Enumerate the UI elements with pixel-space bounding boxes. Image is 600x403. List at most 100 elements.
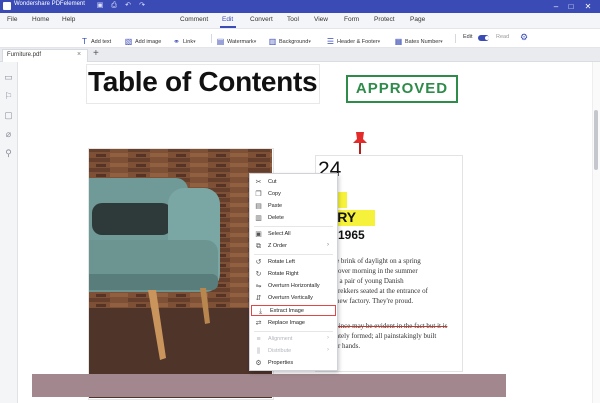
- paragraph-line: ately formed; all painstakingly built: [336, 332, 437, 340]
- background-button[interactable]: ▥ Background▾: [268, 33, 311, 46]
- select-all-icon: ▣: [255, 231, 262, 238]
- link-button[interactable]: ⚭ Link▾: [172, 33, 196, 47]
- attachment-icon[interactable]: ⌀: [3, 129, 14, 140]
- minimize-icon[interactable]: –: [550, 1, 562, 12]
- menu-item-copy[interactable]: ❐ Copy: [250, 189, 337, 200]
- menu-bar: File Home Help Comment Edit Convert Tool…: [0, 13, 600, 29]
- menu-item-rotate-right[interactable]: ↻ Rotate Right: [250, 269, 337, 280]
- app-title: Wondershare PDFelement: [14, 1, 85, 7]
- bookmark-icon[interactable]: ⚐: [3, 91, 14, 102]
- menu-item-overturn-vertically[interactable]: ⇵ Overturn Vertically: [250, 293, 337, 304]
- maximize-icon[interactable]: □: [565, 1, 577, 12]
- menu-item-properties[interactable]: ⚙ Properties: [250, 358, 337, 369]
- struck-paragraph-line: since may be evident in the fact but it …: [336, 322, 448, 330]
- menu-divider: [254, 226, 333, 227]
- link-icon: ⚭: [173, 37, 180, 47]
- tab-form[interactable]: Form: [344, 16, 359, 23]
- chevron-down-icon: ▾: [308, 38, 311, 45]
- menu-item-extract-image[interactable]: ⤓ Extract Image: [251, 305, 336, 316]
- header-footer-button[interactable]: ☰ Header & Footer▾: [326, 33, 380, 47]
- approved-stamp[interactable]: APPROVED: [346, 75, 458, 103]
- tab-comment[interactable]: Comment: [180, 16, 208, 23]
- watermark-icon: ▤: [216, 37, 225, 47]
- chevron-right-icon: ›: [327, 347, 329, 353]
- menu-divider: [254, 254, 333, 255]
- undo-icon[interactable]: ↶: [124, 2, 132, 10]
- tab-page[interactable]: Page: [410, 16, 425, 23]
- close-icon[interactable]: ✕: [582, 1, 594, 12]
- edit-toolbar: T Add text ▧ Add image ⚭ Link▾ ▤ Watermark▾ …: [0, 29, 600, 48]
- pin-icon: [353, 132, 367, 154]
- search-icon[interactable]: ⚲: [3, 148, 14, 159]
- paragraph-line: trekkers seated at the entrance of: [336, 287, 428, 295]
- tab-view[interactable]: View: [314, 16, 328, 23]
- menu-item-delete[interactable]: ▥ Delete: [250, 213, 337, 224]
- tab-convert[interactable]: Convert: [250, 16, 273, 23]
- toggle-knob: [485, 36, 489, 40]
- toolbar-divider: [455, 34, 456, 43]
- gear-icon[interactable]: ⚙: [520, 32, 528, 42]
- title-bar: Wondershare PDFelement ▣ ⎙ ↶ ↷ – □ ✕: [0, 0, 600, 13]
- chevron-right-icon: ›: [327, 242, 329, 248]
- left-sidebar: ▭ ⚐ ▢ ⌀ ⚲: [0, 62, 18, 403]
- trash-icon: ▥: [255, 215, 262, 222]
- comment-icon[interactable]: ▢: [3, 110, 14, 121]
- menu-divider: [254, 331, 333, 332]
- add-text-icon: T: [82, 37, 87, 47]
- menu-item-rotate-left[interactable]: ↺ Rotate Left: [250, 257, 337, 268]
- mode-edit-label: Edit: [463, 34, 473, 40]
- chevron-down-icon: ▾: [193, 38, 196, 45]
- paragraph-line: lover morning in the summer: [336, 267, 418, 275]
- redo-icon[interactable]: ↷: [138, 2, 146, 10]
- save-icon[interactable]: ▣: [96, 2, 104, 10]
- watermark-button[interactable]: ▤ Watermark▾: [216, 33, 257, 47]
- tab-edit[interactable]: Edit: [222, 16, 233, 23]
- paragraph-line: , a pair of young Danish: [336, 277, 404, 285]
- chevron-down-icon: ▾: [440, 38, 443, 45]
- rotate-left-icon: ↺: [255, 259, 262, 266]
- menu-item-cut[interactable]: ✂ Cut: [250, 177, 337, 188]
- menu-item-overturn-horizontally[interactable]: ⇋ Overturn Horizontally: [250, 281, 337, 292]
- menu-item-select-all[interactable]: ▣ Select All: [250, 229, 337, 240]
- menu-item-z-order[interactable]: ⧉ Z Order ›: [250, 241, 337, 252]
- document-tab-label: Furniture.pdf: [7, 52, 42, 58]
- add-text-button[interactable]: T Add text: [80, 33, 111, 47]
- new-tab-button[interactable]: +: [93, 48, 99, 59]
- replace-image-icon: ⇄: [255, 320, 262, 327]
- flip-horizontal-icon: ⇋: [255, 283, 262, 290]
- context-menu: ✂ Cut ❐ Copy ▤ Paste ▥ Delete ▣ Select A…: [249, 173, 338, 371]
- paragraph-line: ir hands.: [336, 342, 361, 350]
- paragraph-line: e brink of daylight on a spring: [336, 257, 421, 265]
- menu-item-replace-image[interactable]: ⇄ Replace Image: [250, 318, 337, 329]
- menu-item-alignment[interactable]: ≡ Alignment ›: [250, 334, 337, 345]
- print-icon[interactable]: ⎙: [110, 2, 118, 10]
- extract-image-icon: ⤓: [258, 308, 263, 315]
- bates-number-button[interactable]: ▦ Bates Number▾: [394, 33, 443, 47]
- thumbnails-icon[interactable]: ▭: [3, 72, 14, 83]
- toolbar-divider: [211, 34, 212, 43]
- menu-home[interactable]: Home: [32, 16, 49, 23]
- alignment-icon: ≡: [256, 336, 261, 343]
- header-footer-icon: ☰: [326, 37, 335, 47]
- tab-protect[interactable]: Protect: [374, 16, 395, 23]
- menu-item-distribute[interactable]: ⫼ Distribute ›: [250, 346, 337, 357]
- document-tab-bar: Furniture.pdf × +: [0, 48, 600, 62]
- tab-tool[interactable]: Tool: [287, 16, 299, 23]
- bates-number-icon: ▦: [394, 37, 403, 47]
- image-selection-frame: [88, 148, 274, 400]
- paste-icon: ▤: [255, 203, 262, 210]
- menu-item-paste[interactable]: ▤ Paste: [250, 201, 337, 212]
- document-tab[interactable]: Furniture.pdf ×: [2, 49, 88, 62]
- add-image-button[interactable]: ▧ Add image: [124, 33, 162, 46]
- paragraph-line: new factory. They're proud.: [336, 297, 414, 305]
- rotate-right-icon: ↻: [255, 271, 262, 278]
- chevron-down-icon: ▾: [253, 38, 257, 45]
- menu-file[interactable]: File: [7, 16, 17, 23]
- z-order-icon: ⧉: [256, 243, 261, 250]
- close-icon[interactable]: ×: [77, 51, 81, 58]
- menu-help[interactable]: Help: [62, 16, 75, 23]
- app-logo-icon: [3, 2, 11, 10]
- scrollbar-thumb[interactable]: [594, 110, 598, 170]
- chevron-right-icon: ›: [327, 335, 329, 341]
- distribute-icon: ⫼: [256, 348, 261, 355]
